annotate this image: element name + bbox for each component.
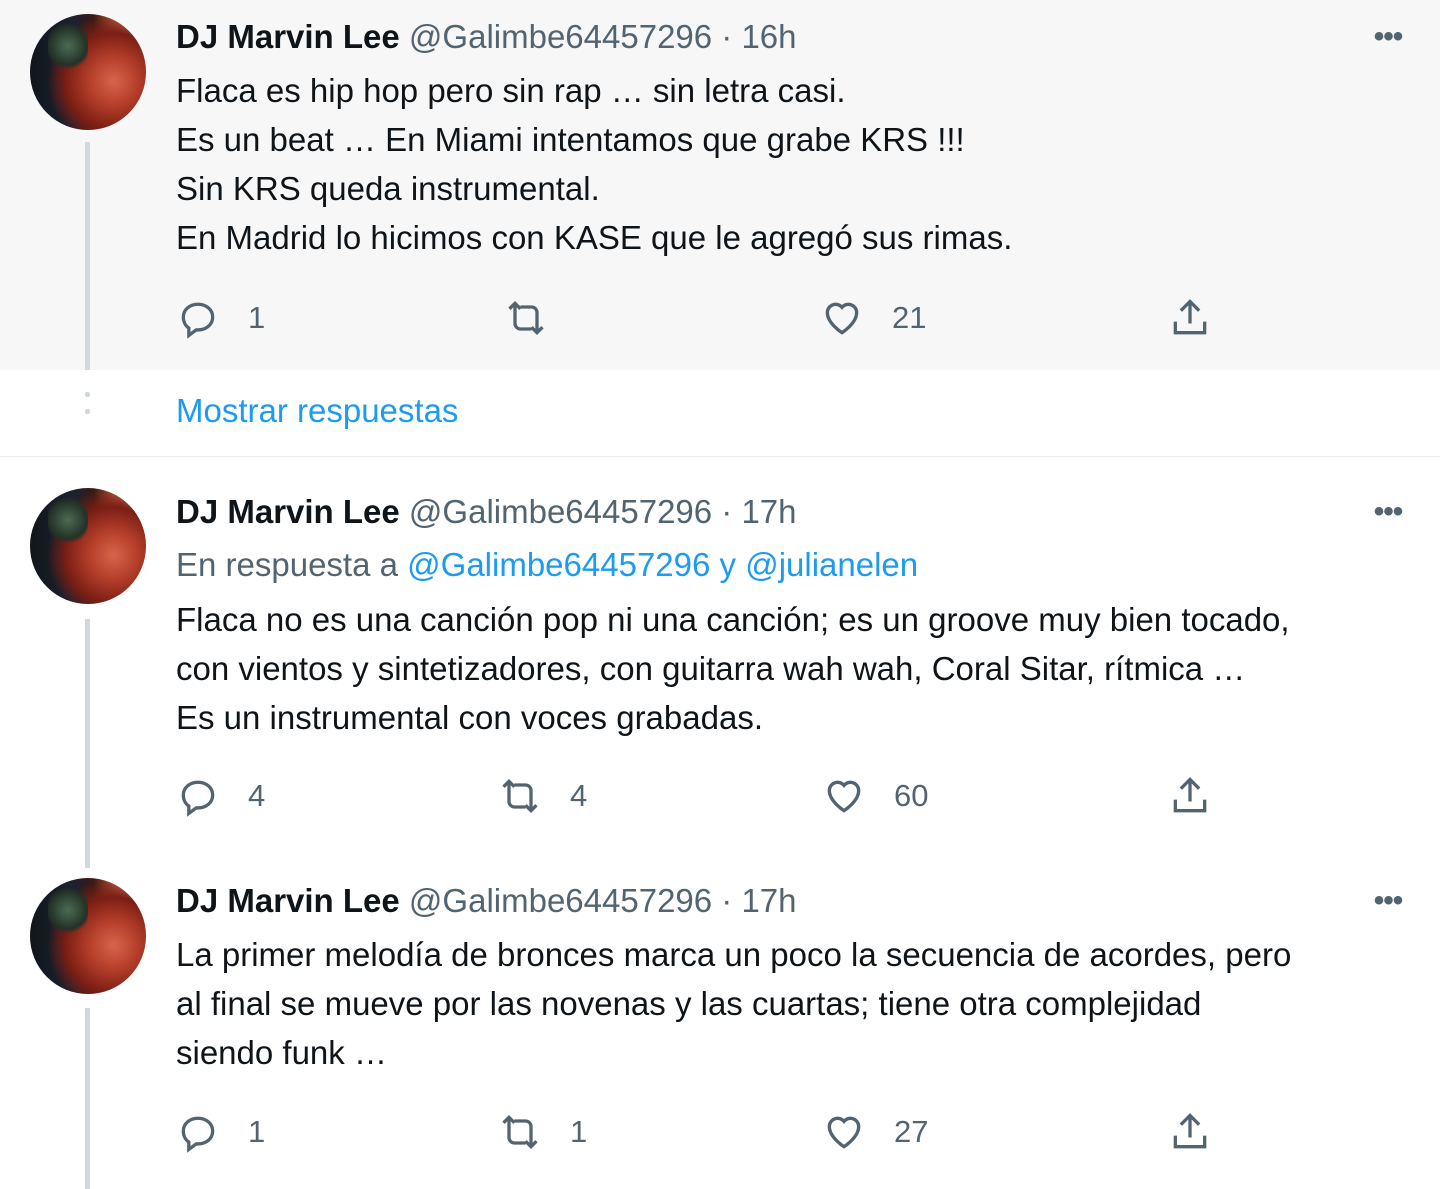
like-button[interactable]: 27 [822,1110,928,1154]
show-replies-link[interactable]: Mostrar respuestas [176,392,458,430]
tweet-text: Flaca no es una canción pop ni una canci… [176,601,1290,736]
more-options-icon[interactable]: ••• [1366,495,1410,529]
reply-count: 1 [248,1114,266,1149]
author-name[interactable]: DJ Marvin Lee [176,18,400,55]
replying-to: En respuesta a @Galimbe64457296 y @julia… [176,546,918,584]
heart-icon [825,302,859,335]
reply-icon [181,1116,215,1153]
tweet-header: DJ Marvin Lee @Galimbe64457296 · 16h [176,18,797,56]
heart-icon [827,780,861,813]
thread-continuation-dots [85,392,90,426]
tweet-text: Flaca es hip hop pero sin rap … sin letr… [176,72,1013,256]
reply-icon [181,780,215,817]
like-count: 21 [892,300,927,335]
retweet-icon [502,778,538,814]
more-options-icon[interactable]: ••• [1366,884,1410,918]
tweet-header: DJ Marvin Lee @Galimbe64457296 · 17h [176,493,797,531]
author-name[interactable]: DJ Marvin Lee [176,493,400,530]
reply-prefix: En respuesta a [176,546,398,583]
reply-button[interactable]: 1 [176,296,265,340]
share-icon [1173,299,1207,335]
retweet-count: 1 [570,1114,588,1149]
thread-line [85,619,90,868]
reply-mentions-link[interactable]: @Galimbe64457296 y @julianelen [407,546,918,583]
like-count: 60 [894,778,929,813]
tweet-3[interactable]: DJ Marvin Lee @Galimbe64457296 · 17h •••… [0,868,1440,1189]
more-options-icon[interactable]: ••• [1366,20,1410,54]
share-icon [1173,1113,1207,1149]
author-handle-time[interactable]: @Galimbe64457296 · 17h [409,882,797,919]
retweet-count: 4 [570,778,588,813]
reply-button[interactable]: 4 [176,774,265,818]
thread-line [85,1008,90,1189]
tweet-header: DJ Marvin Lee @Galimbe64457296 · 17h [176,882,797,920]
like-count: 27 [894,1114,929,1149]
author-handle-time[interactable]: @Galimbe64457296 · 16h [409,18,797,55]
heart-icon [827,1116,861,1149]
reply-count: 4 [248,778,266,813]
like-button[interactable]: 60 [822,774,928,818]
reply-button[interactable]: 1 [176,1110,265,1154]
tweet-text: La primer melodía de bronces marca un po… [176,936,1292,1071]
tweet-2[interactable]: DJ Marvin Lee @Galimbe64457296 · 17h •••… [0,457,1440,868]
retweet-icon [508,300,544,336]
share-icon [1173,777,1207,813]
avatar[interactable] [30,14,146,130]
retweet-button[interactable] [504,296,576,340]
retweet-icon [502,1114,538,1150]
author-handle-time[interactable]: @Galimbe64457296 · 17h [409,493,797,530]
retweet-button[interactable]: 4 [498,774,587,818]
tweet-1[interactable]: DJ Marvin Lee @Galimbe64457296 · 16h •••… [0,0,1440,370]
retweet-button[interactable]: 1 [498,1110,587,1154]
share-button[interactable] [1168,774,1212,818]
avatar[interactable] [30,878,146,994]
author-name[interactable]: DJ Marvin Lee [176,882,400,919]
thread-line [85,142,90,370]
share-button[interactable] [1168,296,1212,340]
reply-icon [181,302,215,339]
avatar[interactable] [30,488,146,604]
reply-count: 1 [248,300,266,335]
like-button[interactable]: 21 [820,296,926,340]
share-button[interactable] [1168,1110,1212,1154]
